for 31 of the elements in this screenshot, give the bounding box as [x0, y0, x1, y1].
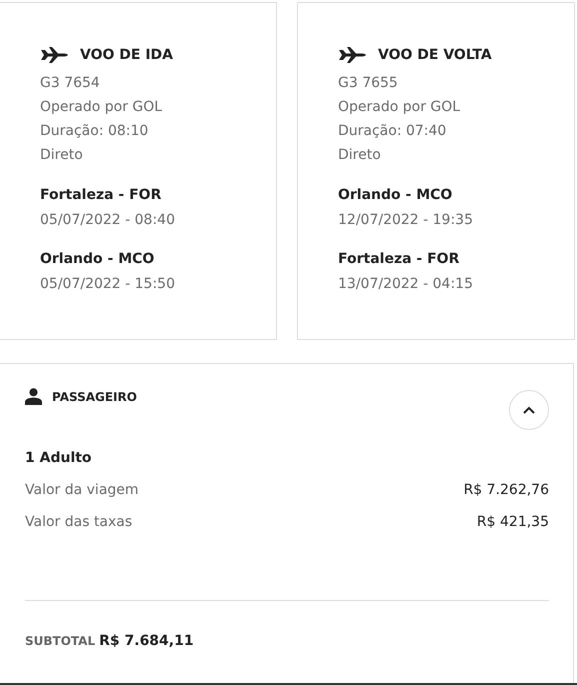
price-value: R$ 7.262,76: [464, 481, 549, 500]
duration-text: Duração: 07:40: [338, 122, 448, 141]
stops-text: Direto: [338, 146, 382, 165]
airport-name: Orlando - MCO: [338, 186, 454, 205]
stops-text: Direto: [40, 146, 84, 165]
date-time: 13/07/2022 - 04:15: [338, 275, 474, 294]
subtotal-label: SUBTOTAL: [25, 634, 96, 648]
section-title: PASSAGEIRO: [52, 390, 137, 404]
date-time: 05/07/2022 - 08:40: [40, 211, 176, 230]
subtotal-value: R$ 7.684,11: [99, 633, 194, 649]
passenger-count: 1 Adulto: [25, 449, 93, 468]
airplane-icon: [40, 47, 68, 63]
operator-text: Operado por GOL: [338, 98, 462, 117]
flight-title: VOO DE IDA: [80, 46, 173, 65]
collapse-button[interactable]: [509, 390, 549, 430]
airport-name: Orlando - MCO: [40, 250, 156, 269]
airport-name: Fortaleza - FOR: [40, 186, 162, 205]
price-label: Valor da viagem: [25, 481, 139, 500]
date-time: 12/07/2022 - 19:35: [338, 211, 474, 230]
flight-title: VOO DE VOLTA: [378, 46, 492, 65]
date-time: 05/07/2022 - 15:50: [40, 275, 176, 294]
price-label: Valor das taxas: [25, 513, 132, 532]
airplane-icon: [338, 47, 366, 63]
price-value: R$ 421,35: [476, 513, 549, 532]
caret-icon: [523, 406, 535, 414]
airport-name: Fortaleza - FOR: [338, 250, 460, 269]
operator-text: Operado por GOL: [40, 98, 164, 117]
flight-number: G3 7654: [40, 74, 101, 93]
person-icon: [25, 388, 42, 405]
flight-number: G3 7655: [338, 74, 399, 93]
duration-text: Duração: 08:10: [40, 122, 150, 141]
